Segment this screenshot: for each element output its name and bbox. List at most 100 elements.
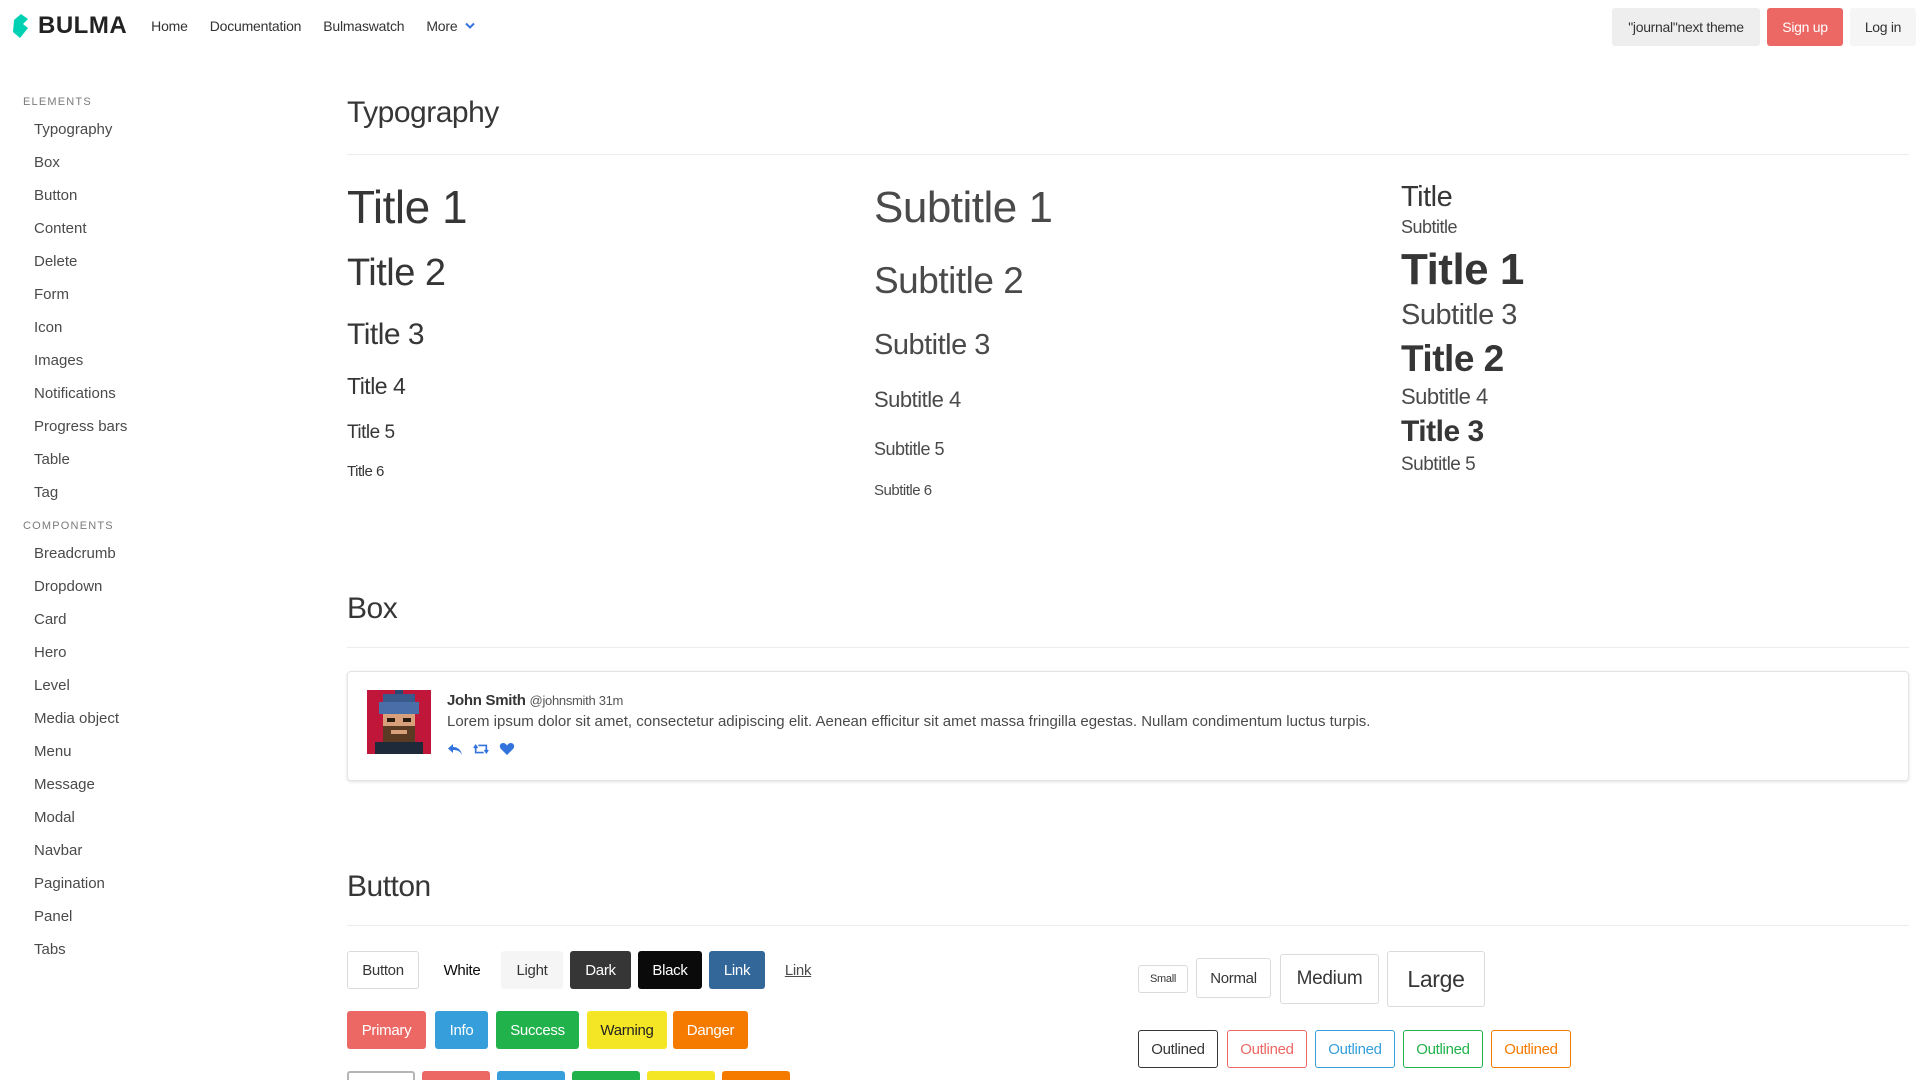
success-button[interactable]: Success (496, 1011, 579, 1049)
black-button[interactable]: Black (638, 951, 702, 989)
medium-button[interactable]: Medium (1280, 954, 1379, 1004)
subtitle-6: Subtitle 6 (874, 482, 932, 499)
sidebar-item-form[interactable]: Form (0, 285, 300, 318)
partial-button[interactable] (722, 1071, 790, 1080)
title-3: Title 3 (347, 318, 425, 351)
pair-subtitle: Subtitle (1401, 217, 1458, 237)
outlined-info-button[interactable]: Outlined (1315, 1030, 1395, 1068)
pair-subtitle-3: Subtitle 3 (1401, 299, 1517, 331)
brand[interactable]: BULMA (0, 0, 127, 52)
info-button[interactable]: Info (435, 1011, 488, 1049)
bulma-logo-icon (13, 14, 28, 38)
retweet-icon[interactable] (473, 742, 489, 756)
sidebar-item-delete[interactable]: Delete (0, 252, 300, 285)
partial-button[interactable] (422, 1071, 490, 1080)
media-box: John Smith @johnsmith 31m Lorem ipsum do… (347, 671, 1909, 781)
sidebar-item-tabs[interactable]: Tabs (0, 940, 300, 973)
normal-button[interactable]: Normal (1196, 958, 1271, 998)
reply-icon[interactable] (447, 742, 463, 756)
sidebar-item-card[interactable]: Card (0, 610, 300, 643)
signup-button[interactable]: Sign up (1767, 8, 1843, 46)
partial-button[interactable] (497, 1071, 565, 1080)
pair-title: Title (1401, 181, 1453, 213)
sidebar-item-navbar[interactable]: Navbar (0, 841, 300, 874)
sidebar-item-modal[interactable]: Modal (0, 808, 300, 841)
sidebar-item-notifications[interactable]: Notifications (0, 384, 300, 417)
divider (347, 154, 1909, 155)
title-5: Title 5 (347, 422, 395, 443)
subtitle-5: Subtitle 5 (874, 439, 945, 459)
post-text: Lorem ipsum dolor sit amet, consectetur … (447, 713, 1371, 730)
white-button[interactable]: White (427, 951, 497, 989)
sidebar-item-box[interactable]: Box (0, 153, 300, 186)
title-2: Title 2 (347, 252, 446, 294)
pair-subtitle-5: Subtitle 5 (1401, 454, 1476, 475)
sidebar-item-breadcrumb[interactable]: Breadcrumb (0, 544, 300, 577)
nav-more-label: More (426, 18, 458, 34)
warning-button[interactable]: Warning (587, 1011, 667, 1049)
pair-title-1: Title 1 (1401, 245, 1524, 294)
large-button[interactable]: Large (1387, 951, 1485, 1007)
subtitle-1: Subtitle 1 (874, 183, 1053, 232)
title-6: Title 6 (347, 463, 384, 480)
pair-title-2: Title 2 (1401, 338, 1504, 379)
nav-bulmaswatch[interactable]: Bulmaswatch (323, 18, 404, 34)
components-list: Breadcrumb Dropdown Card Hero Level Medi… (0, 544, 300, 973)
text-link-button[interactable]: Link (772, 951, 824, 989)
box-heading: Box (347, 592, 398, 625)
outlined-primary-button[interactable]: Outlined (1227, 1030, 1307, 1068)
nav-home[interactable]: Home (151, 18, 188, 34)
sidebar-item-progress-bars[interactable]: Progress bars (0, 417, 300, 450)
partial-button[interactable] (572, 1071, 640, 1080)
subtitle-3: Subtitle 3 (874, 329, 990, 361)
sidebar-item-tag[interactable]: Tag (0, 483, 300, 516)
dark-button[interactable]: Dark (570, 951, 631, 989)
typography-heading: Typography (347, 96, 499, 129)
partial-button[interactable] (647, 1071, 715, 1080)
sidebar-item-panel[interactable]: Panel (0, 907, 300, 940)
light-button[interactable]: Light (501, 951, 563, 989)
sidebar-item-menu[interactable]: Menu (0, 742, 300, 775)
sidebar-item-hero[interactable]: Hero (0, 643, 300, 676)
outlined-success-button[interactable]: Outlined (1403, 1030, 1483, 1068)
next-theme-button[interactable]: "journal"next theme (1612, 8, 1760, 46)
sidebar-item-table[interactable]: Table (0, 450, 300, 483)
sidebar-item-pagination[interactable]: Pagination (0, 874, 300, 907)
sidebar-item-icon[interactable]: Icon (0, 318, 300, 351)
chevron-down-icon (465, 22, 476, 29)
sidebar-item-button[interactable]: Button (0, 186, 300, 219)
default-button[interactable]: Button (347, 951, 419, 989)
subtitle-4: Subtitle 4 (874, 387, 961, 412)
sidebar-item-level[interactable]: Level (0, 676, 300, 709)
post-actions (447, 742, 515, 756)
nav-more[interactable]: More (426, 18, 476, 34)
partial-button[interactable] (347, 1071, 415, 1080)
login-button[interactable]: Log in (1850, 8, 1916, 46)
title-1: Title 1 (347, 181, 468, 233)
outlined-default-button[interactable]: Outlined (1138, 1030, 1218, 1068)
button-heading: Button (347, 870, 431, 903)
pair-subtitle-4: Subtitle 4 (1401, 384, 1488, 409)
nav-documentation[interactable]: Documentation (210, 18, 302, 34)
divider (347, 925, 1909, 926)
menu-label-elements: ELEMENTS (23, 96, 92, 108)
pair-title-3: Title 3 (1401, 415, 1484, 448)
link-button[interactable]: Link (709, 951, 765, 989)
heart-icon[interactable] (499, 742, 515, 756)
sidebar-item-dropdown[interactable]: Dropdown (0, 577, 300, 610)
sidebar-item-content[interactable]: Content (0, 219, 300, 252)
sidebar-menu: ELEMENTS Typography Box Button Content D… (0, 96, 300, 973)
sidebar-item-message[interactable]: Message (0, 775, 300, 808)
author-name[interactable]: John Smith (447, 692, 526, 709)
primary-button[interactable]: Primary (347, 1011, 426, 1049)
avatar (367, 690, 431, 754)
danger-button[interactable]: Danger (673, 1011, 748, 1049)
small-button[interactable]: Small (1138, 965, 1188, 993)
sidebar-item-media-object[interactable]: Media object (0, 709, 300, 742)
outlined-danger-button[interactable]: Outlined (1491, 1030, 1571, 1068)
sidebar-item-images[interactable]: Images (0, 351, 300, 384)
menu-label-components: COMPONENTS (23, 520, 114, 532)
author-handle: @johnsmith 31m (529, 693, 624, 708)
subtitle-2: Subtitle 2 (874, 260, 1024, 301)
sidebar-item-typography[interactable]: Typography (0, 120, 300, 153)
